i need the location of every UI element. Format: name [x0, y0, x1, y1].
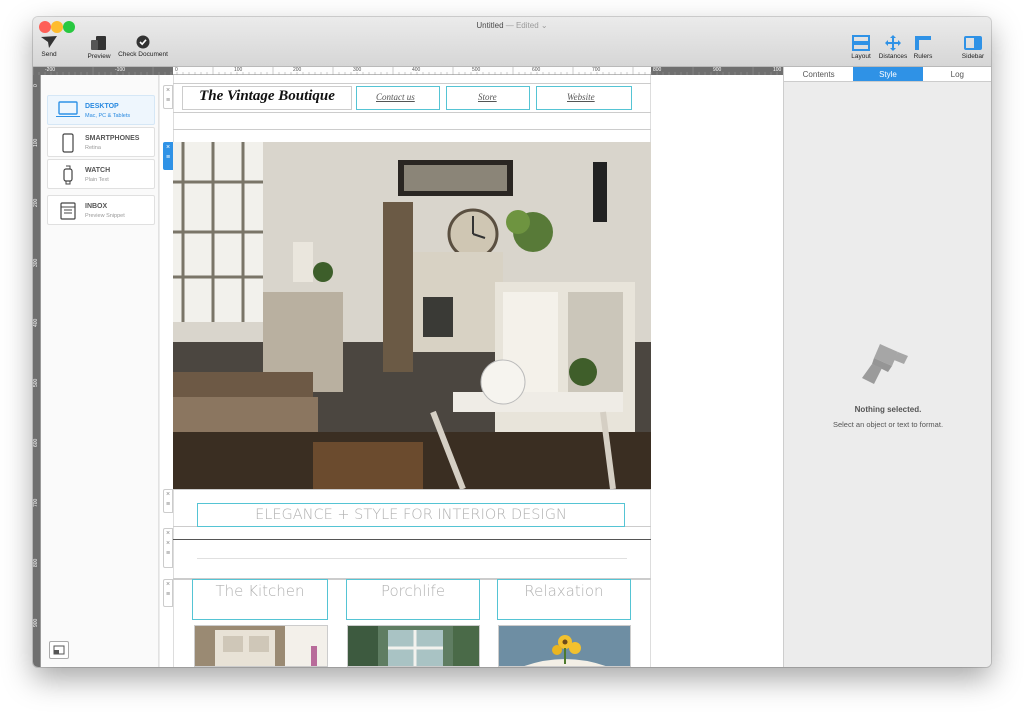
- watch-icon: [63, 165, 73, 185]
- device-sidebar: DESKTOP Mac, PC & Tablets SMARTPHONES Re…: [41, 75, 159, 667]
- inbox-icon: [60, 202, 76, 220]
- relaxation-image[interactable]: [498, 625, 631, 667]
- hero-image[interactable]: [173, 142, 651, 489]
- banner-row-handle[interactable]: × ≡: [163, 489, 173, 513]
- nav-website-link[interactable]: Website: [567, 92, 595, 102]
- checkmark-circle-icon: [136, 35, 150, 49]
- sidebar-icon: [964, 36, 982, 50]
- nav-contact-link[interactable]: Contact us: [376, 92, 415, 102]
- tab-contents[interactable]: Contents: [784, 67, 853, 81]
- panel-toggle-icon: [53, 645, 65, 655]
- layout-icon: [852, 35, 870, 51]
- title-bar: Untitled — Edited ⌄ Send Preview Check D…: [33, 17, 991, 67]
- app-window: Untitled — Edited ⌄ Send Preview Check D…: [33, 17, 991, 667]
- category-porchlife-title[interactable]: Porchlife: [346, 579, 480, 620]
- kitchen-image[interactable]: [194, 625, 328, 667]
- porchlife-image[interactable]: [347, 625, 480, 667]
- preview-button[interactable]: Preview: [85, 35, 113, 60]
- distances-button[interactable]: Distances: [876, 35, 910, 60]
- device-inbox[interactable]: INBOX Preview Snippet: [47, 195, 155, 225]
- inspector-tabs: Contents Style Log: [784, 67, 991, 82]
- categories-row-handle[interactable]: × ≡: [163, 579, 173, 607]
- empty-state-title: Nothing selected.: [854, 405, 922, 414]
- hero-row-handle[interactable]: × ≡: [163, 142, 173, 170]
- banner-headline[interactable]: ELEGANCE + STYLE FOR INTERIOR DESIGN: [197, 503, 625, 527]
- tab-style[interactable]: Style: [853, 67, 923, 81]
- porch-photo: [348, 626, 479, 666]
- laptop-icon: [56, 101, 80, 117]
- nav-store-link[interactable]: Store: [478, 92, 497, 102]
- toggle-panel-button[interactable]: [49, 641, 69, 659]
- phone-icon: [62, 133, 74, 153]
- divider-row-handle[interactable]: × × ≡: [163, 528, 173, 568]
- logo-text: The Vintage Boutique: [199, 88, 335, 104]
- sunflower-photo: [499, 626, 630, 666]
- logo-block[interactable]: The Vintage Boutique: [182, 86, 352, 110]
- device-smartphones[interactable]: SMARTPHONES Retina: [47, 127, 155, 157]
- check-document-button[interactable]: Check Document: [115, 35, 171, 58]
- send-button[interactable]: Send: [37, 35, 61, 58]
- sidebar-button[interactable]: Sidebar: [959, 35, 987, 60]
- empty-state-subtitle: Select an object or text to format.: [832, 420, 944, 429]
- kitchen-photo: [195, 626, 327, 666]
- layout-button[interactable]: Layout: [848, 35, 874, 60]
- horizontal-ruler: -200 -100 0 100 200 300 400 500 600 700 …: [33, 67, 783, 75]
- ruler-icon: [915, 36, 931, 50]
- divider-row[interactable]: [173, 539, 651, 579]
- category-relaxation-title[interactable]: Relaxation: [497, 579, 631, 620]
- email-canvas[interactable]: × ≡ The Vintage Boutique Contact us Store…: [160, 75, 783, 667]
- divider-line: [197, 558, 627, 559]
- row-handle[interactable]: × ≡: [163, 85, 173, 109]
- category-kitchen-title[interactable]: The Kitchen: [192, 579, 328, 620]
- tab-log[interactable]: Log: [923, 67, 991, 81]
- device-watch[interactable]: WATCH Plain Text: [47, 159, 155, 189]
- paintbrush-icon: [862, 344, 908, 384]
- rulers-button[interactable]: Rulers: [911, 35, 935, 60]
- device-desktop[interactable]: DESKTOP Mac, PC & Tablets: [47, 95, 155, 125]
- devices-icon: [91, 36, 106, 50]
- inspector-panel: Contents Style Log Nothing selected. Sel…: [783, 67, 991, 667]
- window-title: Untitled — Edited ⌄: [476, 21, 548, 30]
- vertical-ruler: 0 100 200 300 400 500 600 700 800 900: [33, 75, 41, 667]
- vintage-shop-photo: [173, 142, 651, 489]
- send-icon: [41, 36, 57, 48]
- distances-icon: [885, 35, 901, 51]
